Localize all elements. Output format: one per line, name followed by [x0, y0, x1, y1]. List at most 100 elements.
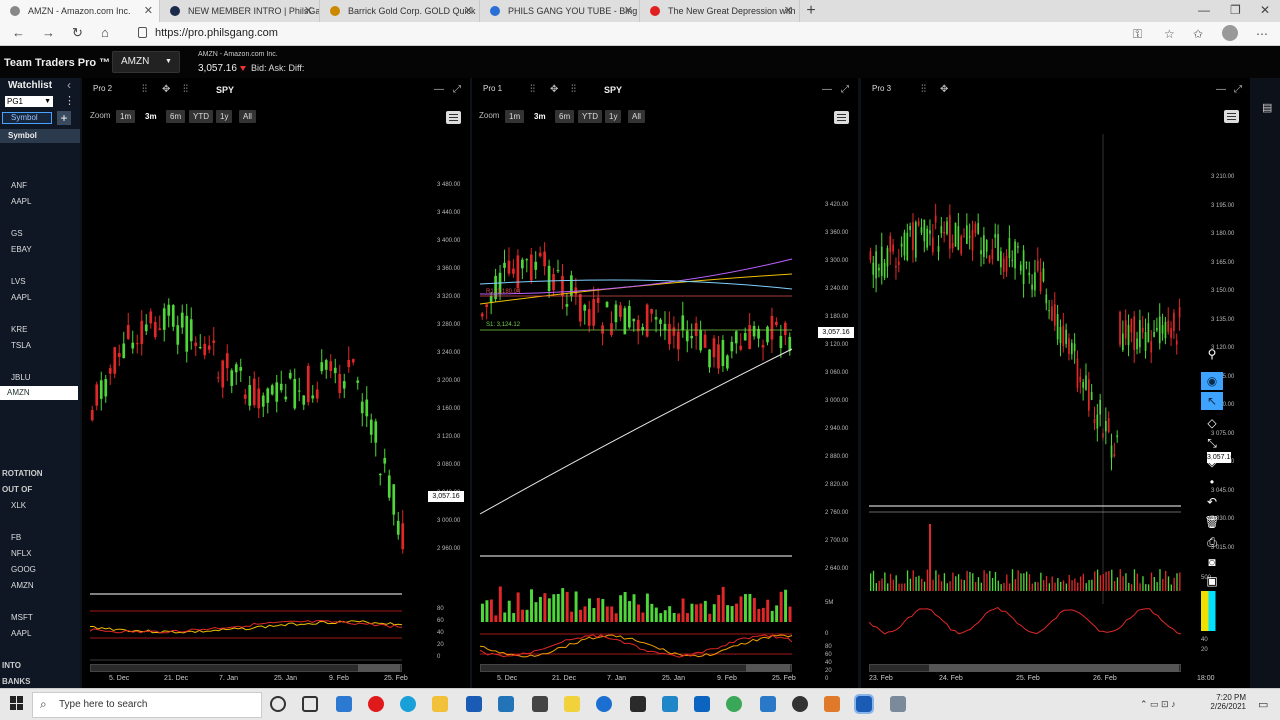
chart-type-icon[interactable]: ⫶⫶: [142, 84, 147, 95]
zoom-ytd-button[interactable]: YTD: [189, 110, 213, 123]
watchlist-item[interactable]: AAPL: [11, 629, 31, 638]
range-navigator-handle[interactable]: [929, 664, 1179, 672]
price-chart[interactable]: [861, 134, 1191, 674]
word-doc-active-icon[interactable]: [854, 694, 874, 714]
zoom-ytd-button[interactable]: YTD: [578, 110, 602, 123]
notification-icon[interactable]: ▭: [1258, 698, 1268, 711]
browser-tab-barrick[interactable]: Barrick Gold Corp. GOLD Quick ✕: [320, 0, 480, 22]
right-sidebar-menu-icon[interactable]: ▤: [1262, 101, 1272, 114]
zoom-3m-button[interactable]: 3m: [141, 110, 161, 123]
add-symbol-button[interactable]: +: [57, 111, 71, 125]
windows-start-icon[interactable]: [10, 696, 24, 710]
system-tray-icons[interactable]: ⌃ ▭ ⊡ ♪: [1140, 699, 1176, 710]
watchlist-item[interactable]: GS: [11, 229, 23, 238]
notepad-icon[interactable]: [890, 696, 906, 712]
eye-icon[interactable]: ◉: [1201, 372, 1223, 390]
watchlist-item[interactable]: KRE: [11, 325, 27, 334]
browser-tab-new-member[interactable]: NEW MEMBER INTRO | PhilsGang ✕: [160, 0, 320, 22]
range-navigator[interactable]: [90, 664, 402, 672]
maps-icon[interactable]: [792, 696, 808, 712]
collapse-chevron-icon[interactable]: ‹: [67, 78, 71, 92]
watchlist-item[interactable]: EBAY: [11, 245, 32, 254]
camera-icon[interactable]: ◙: [1201, 553, 1223, 571]
minimize-panel-icon[interactable]: —: [434, 84, 444, 95]
close-tab-icon[interactable]: ✕: [784, 0, 793, 22]
opera-icon[interactable]: [368, 696, 384, 712]
refresh-icon[interactable]: ↻: [72, 25, 83, 41]
arrow-app-icon[interactable]: [662, 696, 678, 712]
zoom-1y-button[interactable]: 1y: [216, 110, 233, 123]
chart-menu-icon[interactable]: [446, 111, 461, 124]
cursor-icon[interactable]: ↖: [1201, 392, 1223, 410]
symbol-input[interactable]: Symbol: [2, 112, 52, 124]
favorites-icon[interactable]: ✩: [1193, 27, 1203, 41]
zoom-1y-button[interactable]: 1y: [605, 110, 622, 123]
browser-tab-youtube[interactable]: The New Great Depression with ✕: [640, 0, 800, 22]
watchlist-item[interactable]: LVS: [11, 277, 26, 286]
maximize-icon[interactable]: ❐: [1230, 0, 1241, 20]
watchlist-item[interactable]: TSLA: [11, 341, 31, 350]
range-navigator-handle[interactable]: [746, 664, 790, 672]
move-icon[interactable]: ✥: [162, 84, 170, 95]
price-chart[interactable]: [82, 134, 432, 674]
watchlist-item[interactable]: XLK: [11, 501, 26, 510]
close-tab-icon[interactable]: ✕: [144, 0, 153, 22]
teamviewer-icon[interactable]: [596, 696, 612, 712]
monitor-app-icon[interactable]: [630, 696, 646, 712]
vscode-icon[interactable]: [498, 696, 514, 712]
clipboard-icon[interactable]: ▣: [1201, 572, 1223, 590]
zoom-1m-button[interactable]: 1m: [116, 110, 136, 123]
more-icon[interactable]: ⋯: [1256, 27, 1268, 41]
expand-icon[interactable]: ⤢: [1234, 84, 1242, 95]
dot-icon[interactable]: •: [1201, 473, 1223, 491]
forward-icon[interactable]: →: [42, 25, 55, 40]
minimize-icon[interactable]: —: [1198, 0, 1210, 20]
compare-symbol[interactable]: SPY: [604, 85, 622, 95]
range-navigator-handle[interactable]: [358, 664, 400, 672]
favorite-star-icon[interactable]: ☆: [1164, 27, 1175, 41]
eraser-icon[interactable]: ◇: [1201, 414, 1223, 432]
more-vertical-icon[interactable]: ⋮: [64, 94, 75, 107]
watchlist-item-selected[interactable]: AMZN: [0, 386, 78, 400]
zoom-6m-button[interactable]: 6m: [166, 110, 186, 123]
move-icon[interactable]: ✥: [940, 84, 948, 95]
pin-icon[interactable]: ⚲: [1201, 345, 1223, 363]
notes-app-icon[interactable]: [564, 696, 580, 712]
site-permissions-icon[interactable]: ⚿: [1133, 27, 1142, 42]
url-field[interactable]: https://pro.philsgang.com: [155, 27, 278, 39]
indicator-icon[interactable]: ⫶⫶: [183, 84, 188, 95]
close-tab-icon[interactable]: ✕: [624, 0, 633, 22]
minimize-panel-icon[interactable]: —: [822, 84, 832, 95]
chart-type-icon[interactable]: ⫶⫶: [530, 84, 535, 95]
taskbar-search-input[interactable]: Type here to search: [32, 692, 262, 718]
zoom-all-button[interactable]: All: [239, 110, 256, 123]
zoom-6m-button[interactable]: 6m: [555, 110, 575, 123]
close-window-icon[interactable]: ✕: [1260, 0, 1270, 20]
close-tab-icon[interactable]: ✕: [464, 0, 473, 22]
file-explorer-icon[interactable]: [432, 696, 448, 712]
home-icon[interactable]: ⌂: [101, 25, 109, 40]
page-select[interactable]: PG1 ▼: [5, 96, 53, 107]
compare-symbol[interactable]: SPY: [216, 85, 234, 95]
mail-app-icon[interactable]: [336, 696, 352, 712]
watchlist-item[interactable]: GOOG: [11, 565, 36, 574]
symbol-dropdown[interactable]: AMZN ▼: [112, 51, 180, 73]
chart-menu-icon[interactable]: [1224, 110, 1239, 123]
watchlist-item[interactable]: AAPL: [11, 197, 31, 206]
shape-tool-icon[interactable]: ◈: [1201, 453, 1223, 471]
watchlist-item[interactable]: NFLX: [11, 549, 31, 558]
color-picker[interactable]: [1201, 591, 1223, 631]
chrome-icon[interactable]: [726, 696, 742, 712]
zoom-1m-button[interactable]: 1m: [505, 110, 525, 123]
chart-type-icon[interactable]: ⫶⫶: [921, 84, 926, 95]
watchlist-item[interactable]: MSFT: [11, 613, 33, 622]
printer-icon[interactable]: ⎙: [1201, 533, 1223, 551]
paint-app-icon[interactable]: [824, 696, 840, 712]
indicator-icon[interactable]: ⫶⫶: [571, 84, 576, 95]
undo-icon[interactable]: ↶: [1201, 493, 1223, 511]
browser-tab-amzn[interactable]: AMZN - Amazon.com Inc. ✕: [0, 0, 160, 22]
remote-desktop-icon[interactable]: [760, 696, 776, 712]
watchlist-item[interactable]: FB: [11, 533, 21, 542]
trash-icon[interactable]: 🗑: [1201, 513, 1223, 531]
chart-menu-icon[interactable]: [834, 111, 849, 124]
